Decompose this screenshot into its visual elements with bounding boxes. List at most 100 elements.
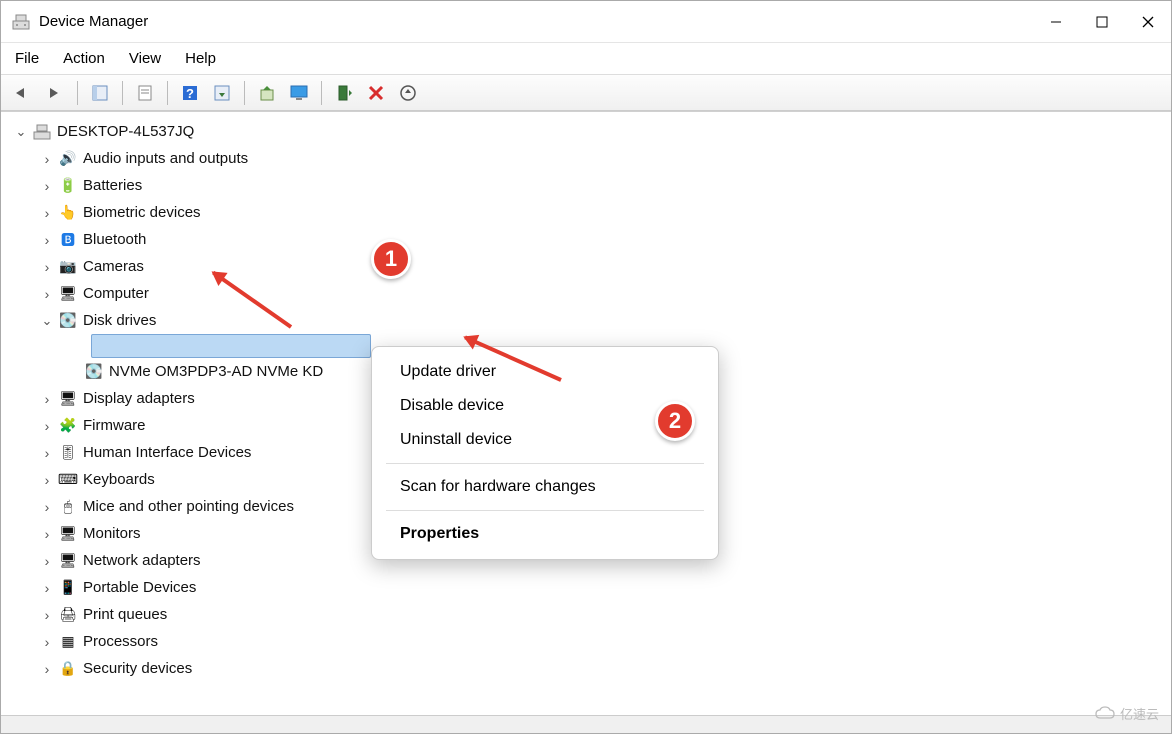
menu-view[interactable]: View <box>129 50 161 67</box>
tree-item-label: Batteries <box>81 176 144 195</box>
expand-arrow-icon[interactable] <box>39 418 55 434</box>
minimize-button[interactable] <box>1033 1 1079 43</box>
view-options-button[interactable] <box>208 79 236 107</box>
tree-item-selected[interactable] <box>91 334 371 358</box>
expand-arrow-icon[interactable] <box>39 499 55 515</box>
horizontal-scrollbar[interactable] <box>1 715 1171 733</box>
toolbar-separator <box>321 81 322 105</box>
app-icon <box>11 12 31 32</box>
menu-help[interactable]: Help <box>185 50 216 67</box>
tree-item[interactable]: ▦Processors <box>9 628 1171 655</box>
scan-hardware-button[interactable] <box>394 79 422 107</box>
device-category-icon: 🔋 <box>59 177 77 195</box>
tree-item-label: Cameras <box>81 257 146 276</box>
context-properties[interactable]: Properties <box>372 517 718 551</box>
device-category-icon: 🧩 <box>59 417 77 435</box>
device-category-icon: 🔒 <box>59 660 77 678</box>
tree-item[interactable]: 📷Cameras <box>9 253 1171 280</box>
expand-arrow-icon[interactable] <box>39 151 55 167</box>
tree-item[interactable]: 🖥Computer <box>9 280 1171 307</box>
tree-item-label: Monitors <box>81 524 143 543</box>
device-category-icon: 🅱 <box>59 231 77 249</box>
device-category-icon: 🖨 <box>59 606 77 624</box>
expand-arrow-icon[interactable] <box>39 445 55 461</box>
device-category-icon: ▦ <box>59 633 77 651</box>
device-category-icon: 🖥 <box>59 525 77 543</box>
expand-arrow-icon[interactable] <box>39 286 55 302</box>
menu-action[interactable]: Action <box>63 50 105 67</box>
update-driver-button[interactable] <box>253 79 281 107</box>
toolbar-separator <box>77 81 78 105</box>
device-category-icon: 👆 <box>59 204 77 222</box>
device-category-icon: 🔊 <box>59 150 77 168</box>
disk-drive-icon: 💽 <box>85 363 103 381</box>
forward-button[interactable] <box>41 79 69 107</box>
expand-arrow-icon[interactable] <box>39 391 55 407</box>
tree-item[interactable]: 🔋Batteries <box>9 172 1171 199</box>
tree-item-label: Processors <box>81 632 160 651</box>
toolbar-separator <box>167 81 168 105</box>
tree-item[interactable]: 💽Disk drives <box>9 307 1171 334</box>
maximize-button[interactable] <box>1079 1 1125 43</box>
device-category-icon: ⌨ <box>59 471 77 489</box>
tree-item-label: Display adapters <box>81 389 197 408</box>
tree-item-label: Network adapters <box>81 551 203 570</box>
tree-item[interactable]: 🔊Audio inputs and outputs <box>9 145 1171 172</box>
remove-device-button[interactable] <box>362 79 390 107</box>
expand-arrow-icon[interactable] <box>39 313 55 329</box>
device-category-icon: 📷 <box>59 258 77 276</box>
close-button[interactable] <box>1125 1 1171 43</box>
device-category-icon: 🖱 <box>59 498 77 516</box>
expand-arrow-icon[interactable] <box>39 259 55 275</box>
showhide-console-button[interactable] <box>86 79 114 107</box>
back-button[interactable] <box>9 79 37 107</box>
expand-arrow-icon[interactable] <box>39 526 55 542</box>
expand-arrow-icon[interactable] <box>39 634 55 650</box>
tree-item-label: Security devices <box>81 659 194 678</box>
tree-item[interactable]: 🔒Security devices <box>9 655 1171 682</box>
help-button[interactable]: ? <box>176 79 204 107</box>
titlebar: Device Manager <box>1 1 1171 43</box>
device-category-icon: 🖥 <box>59 390 77 408</box>
tree-item[interactable]: 🖨Print queues <box>9 601 1171 628</box>
expand-arrow-icon[interactable] <box>39 553 55 569</box>
watermark-text: 亿速云 <box>1120 704 1159 723</box>
expand-arrow-icon[interactable] <box>39 232 55 248</box>
expand-arrow-icon[interactable] <box>39 472 55 488</box>
device-category-icon: 💽 <box>59 312 77 330</box>
tree-item-label: Computer <box>81 284 151 303</box>
tree-root-label: DESKTOP-4L537JQ <box>55 122 196 141</box>
context-separator <box>386 463 704 464</box>
tree-item-label: Biometric devices <box>81 203 203 222</box>
context-scan-hardware[interactable]: Scan for hardware changes <box>372 470 718 504</box>
tree-item-label: NVMe OM3PDP3-AD NVMe KD <box>107 362 325 381</box>
watermark: 亿速云 <box>1094 704 1159 723</box>
tree-item[interactable]: 🅱Bluetooth <box>9 226 1171 253</box>
expand-arrow-icon[interactable] <box>39 178 55 194</box>
svg-text:?: ? <box>186 86 194 101</box>
tree-item[interactable]: 📱Portable Devices <box>9 574 1171 601</box>
expand-arrow-icon[interactable] <box>39 580 55 596</box>
device-category-icon: 📱 <box>59 579 77 597</box>
tree-item-label: Keyboards <box>81 470 157 489</box>
enable-device-button[interactable] <box>330 79 358 107</box>
device-category-icon: 🖥 <box>59 552 77 570</box>
expand-arrow-icon[interactable] <box>39 661 55 677</box>
tree-item-label: Bluetooth <box>81 230 148 249</box>
menubar: File Action View Help <box>1 43 1171 75</box>
expand-arrow-icon[interactable] <box>39 205 55 221</box>
tree-item-label: Human Interface Devices <box>81 443 253 462</box>
toolbar: ? <box>1 75 1171 111</box>
properties-button[interactable] <box>131 79 159 107</box>
expand-arrow-icon[interactable] <box>13 124 29 140</box>
tree-root[interactable]: DESKTOP-4L537JQ <box>9 118 1171 145</box>
tree-item[interactable]: 👆Biometric devices <box>9 199 1171 226</box>
menu-file[interactable]: File <box>15 50 39 67</box>
toolbar-separator <box>122 81 123 105</box>
monitor-button[interactable] <box>285 79 313 107</box>
tree-item-label: Print queues <box>81 605 169 624</box>
expand-arrow-icon[interactable] <box>39 607 55 623</box>
device-category-icon: 🎚 <box>59 444 77 462</box>
tree-item-label: Audio inputs and outputs <box>81 149 250 168</box>
window-title: Device Manager <box>39 13 148 30</box>
